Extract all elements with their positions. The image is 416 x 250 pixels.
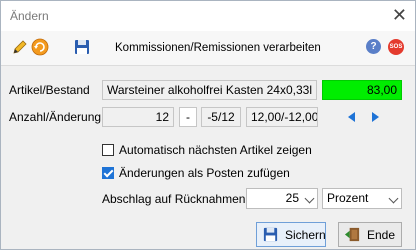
exit-door-icon bbox=[344, 227, 360, 242]
end-button[interactable]: Ende bbox=[338, 222, 402, 247]
save-button[interactable]: Sichern bbox=[256, 222, 326, 247]
auto-next-label: Automatisch nächsten Artikel zeigen bbox=[119, 143, 312, 157]
toolbar: Kommissionen/Remissionen verarbeiten ? S… bbox=[1, 31, 415, 66]
chevron-down-icon bbox=[304, 193, 315, 204]
save-disk-icon[interactable] bbox=[73, 38, 91, 56]
dialog-window: Ändern ✕ Kommissionen/Remissionen verarb… bbox=[0, 0, 416, 250]
sos-icon[interactable]: SOS bbox=[388, 39, 404, 55]
minus-button[interactable]: - bbox=[179, 107, 197, 127]
artikel-label: Artikel/Bestand bbox=[9, 83, 90, 97]
close-icon[interactable]: ✕ bbox=[392, 5, 407, 25]
artikel-name-field: Warsteiner alkoholfrei Kasten 24x0,33l bbox=[102, 80, 317, 100]
save-button-label: Sichern bbox=[285, 228, 326, 242]
anzahl-label: Anzahl/Änderung bbox=[9, 110, 102, 124]
bestand-field: 83,00 bbox=[322, 80, 402, 100]
add-posten-checkbox[interactable] bbox=[102, 167, 114, 179]
auto-next-checkbox[interactable] bbox=[102, 144, 114, 156]
window-title: Ändern bbox=[10, 9, 49, 23]
abschlag-label: Abschlag auf Rücknahmen bbox=[102, 192, 246, 206]
result-field: 12,00/-12,00 bbox=[246, 107, 318, 127]
title-bar: Ändern ✕ bbox=[1, 1, 415, 31]
abschlag-value-select[interactable]: 25 bbox=[246, 188, 318, 209]
pencil-icon[interactable] bbox=[11, 38, 29, 56]
previous-arrow-icon[interactable] bbox=[348, 112, 355, 122]
form-area: Artikel/Bestand Warsteiner alkoholfrei K… bbox=[1, 66, 415, 249]
abschlag-value: 25 bbox=[285, 191, 299, 205]
refresh-icon[interactable] bbox=[31, 38, 49, 56]
abschlag-unit: Prozent bbox=[327, 191, 369, 205]
aenderung-field[interactable]: -5/12 bbox=[201, 107, 241, 127]
help-icon[interactable]: ? bbox=[366, 39, 381, 54]
add-posten-label: Änderungen als Posten zufügen bbox=[119, 166, 290, 180]
chevron-down-icon bbox=[388, 193, 399, 204]
next-arrow-icon[interactable] bbox=[372, 112, 379, 122]
save-disk-icon bbox=[263, 227, 278, 242]
end-button-label: Ende bbox=[367, 228, 396, 242]
anzahl-field[interactable]: 12 bbox=[102, 107, 174, 127]
abschlag-unit-select[interactable]: Prozent bbox=[322, 188, 402, 209]
toolbar-title: Kommissionen/Remissionen verarbeiten bbox=[115, 42, 321, 54]
